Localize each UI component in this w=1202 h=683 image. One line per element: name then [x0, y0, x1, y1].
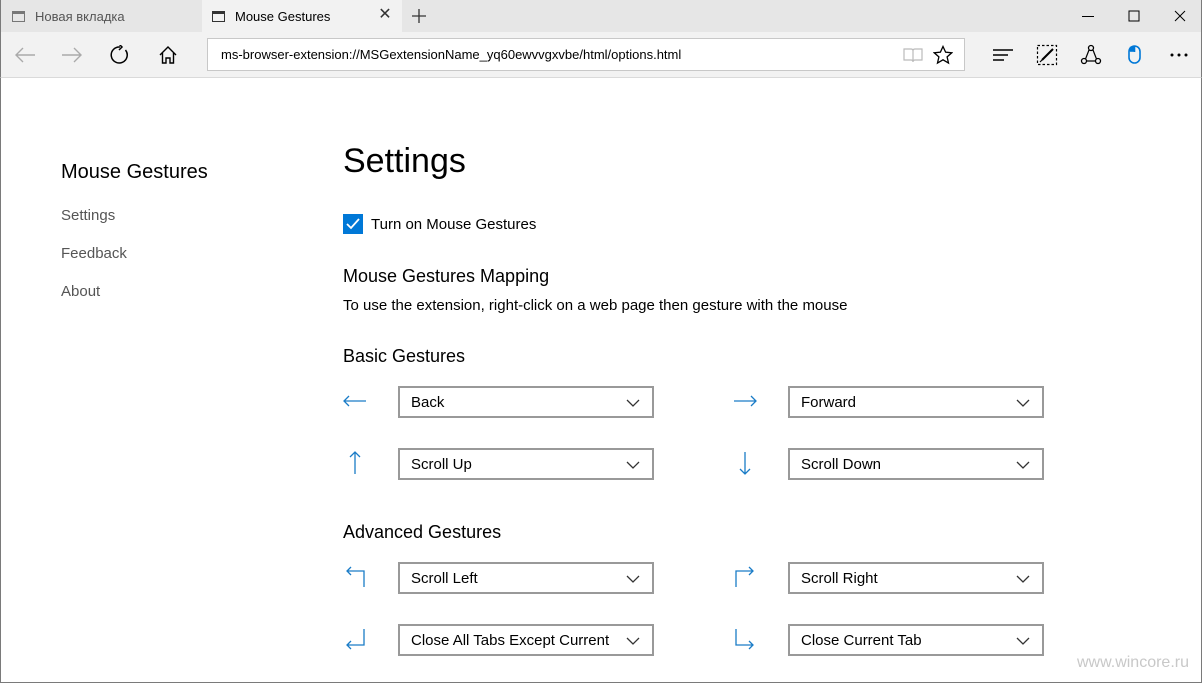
chevron-down-icon — [626, 575, 640, 583]
close-icon — [1174, 10, 1186, 22]
chevron-down-icon — [626, 399, 640, 407]
share-button[interactable] — [1071, 36, 1111, 74]
new-tab-button[interactable] — [405, 0, 433, 32]
back-button[interactable] — [5, 36, 45, 74]
refresh-icon — [110, 45, 128, 64]
gesture-right-select[interactable]: Forward — [788, 386, 1044, 418]
gesture-up-select[interactable]: Scroll Up — [398, 448, 654, 480]
back-arrow-icon — [15, 47, 35, 63]
basic-gestures-heading: Basic Gestures — [343, 346, 466, 366]
page-icon — [12, 10, 25, 22]
maximize-icon — [1128, 10, 1140, 22]
mouse-icon — [1128, 45, 1141, 64]
address-bar[interactable]: ms-browser-extension://MSGextensionName_… — [207, 38, 965, 71]
close-tab-icon[interactable]: ✕ — [378, 7, 392, 23]
plus-icon — [412, 9, 426, 23]
select-value: Close Current Tab — [801, 631, 922, 649]
home-button[interactable] — [148, 36, 188, 74]
select-value: Scroll Down — [801, 455, 882, 473]
mapping-description: To use the extension, right-click on a w… — [343, 297, 848, 314]
reading-view-button[interactable] — [898, 40, 928, 70]
forward-button[interactable] — [52, 36, 92, 74]
web-note-button[interactable] — [1027, 36, 1067, 74]
gesture-down-right-select[interactable]: Close Current Tab — [788, 624, 1044, 656]
url-text[interactable]: ms-browser-extension://MSGextensionName_… — [208, 47, 898, 62]
chevron-down-icon — [1016, 399, 1030, 407]
down-right-arrow-icon — [733, 627, 757, 651]
select-value: Scroll Left — [411, 569, 478, 587]
up-right-arrow-icon — [733, 565, 757, 589]
watermark: www.wincore.ru — [1076, 654, 1189, 671]
down-arrow-icon — [733, 451, 757, 475]
up-left-arrow-icon — [343, 565, 367, 589]
navigation-bar: ms-browser-extension://MSGextensionName_… — [0, 32, 1202, 78]
maximize-button[interactable] — [1111, 0, 1157, 32]
sidebar-item-feedback[interactable]: Feedback — [61, 245, 127, 262]
chevron-down-icon — [1016, 461, 1030, 469]
gesture-up-left-select[interactable]: Scroll Left — [398, 562, 654, 594]
chevron-down-icon — [626, 637, 640, 645]
home-icon — [159, 46, 177, 64]
hub-button[interactable] — [983, 36, 1023, 74]
star-icon — [933, 44, 953, 64]
favorite-button[interactable] — [928, 40, 958, 70]
minimize-icon — [1082, 16, 1094, 17]
mapping-heading: Mouse Gestures Mapping — [343, 266, 550, 286]
close-window-button[interactable] — [1157, 0, 1202, 32]
enable-gestures-row[interactable]: Turn on Mouse Gestures — [343, 214, 536, 234]
tab-strip: Новая вкладка Mouse Gestures ✕ — [0, 0, 1202, 32]
tab-label: Mouse Gestures — [235, 8, 331, 24]
select-value: Scroll Right — [801, 569, 878, 587]
down-left-arrow-icon — [343, 627, 367, 651]
select-value: Back — [411, 393, 445, 411]
share-icon — [1080, 44, 1102, 65]
up-arrow-icon — [343, 451, 367, 475]
gesture-down-left-select[interactable]: Close All Tabs Except Current — [398, 624, 654, 656]
advanced-gestures-heading: Advanced Gestures — [343, 522, 502, 542]
gesture-up-right-select[interactable]: Scroll Right — [788, 562, 1044, 594]
enable-gestures-checkbox[interactable] — [343, 214, 363, 234]
refresh-button[interactable] — [100, 36, 140, 74]
select-value: Forward — [801, 393, 857, 411]
hub-icon — [993, 49, 1013, 61]
more-icon — [1170, 53, 1188, 57]
gesture-down-select[interactable]: Scroll Down — [788, 448, 1044, 480]
pen-note-icon — [1036, 44, 1058, 66]
enable-gestures-label: Turn on Mouse Gestures — [371, 215, 537, 233]
chevron-down-icon — [1016, 637, 1030, 645]
sidebar-item-settings[interactable]: Settings — [61, 207, 115, 224]
tab-label: Новая вкладка — [35, 8, 125, 24]
more-button[interactable] — [1159, 36, 1199, 74]
book-icon — [903, 47, 923, 62]
mouse-gestures-extension-button[interactable] — [1115, 36, 1155, 74]
tab-mouse-gestures[interactable]: Mouse Gestures ✕ — [202, 0, 402, 32]
select-value: Scroll Up — [411, 455, 472, 473]
page-content: Mouse Gestures Settings Feedback About S… — [0, 78, 1202, 683]
page-icon — [212, 10, 225, 22]
minimize-button[interactable] — [1065, 0, 1111, 32]
tab-new-tab[interactable]: Новая вкладка — [2, 0, 202, 32]
left-arrow-icon — [343, 389, 367, 413]
chevron-down-icon — [1016, 575, 1030, 583]
page-title: Settings — [343, 142, 466, 180]
forward-arrow-icon — [62, 47, 82, 63]
right-arrow-icon — [733, 389, 757, 413]
chevron-down-icon — [626, 461, 640, 469]
gesture-left-select[interactable]: Back — [398, 386, 654, 418]
sidebar-title: Mouse Gestures — [61, 161, 208, 183]
select-value: Close All Tabs Except Current — [411, 631, 610, 649]
sidebar-item-about[interactable]: About — [61, 283, 100, 300]
checkmark-icon — [346, 218, 360, 230]
